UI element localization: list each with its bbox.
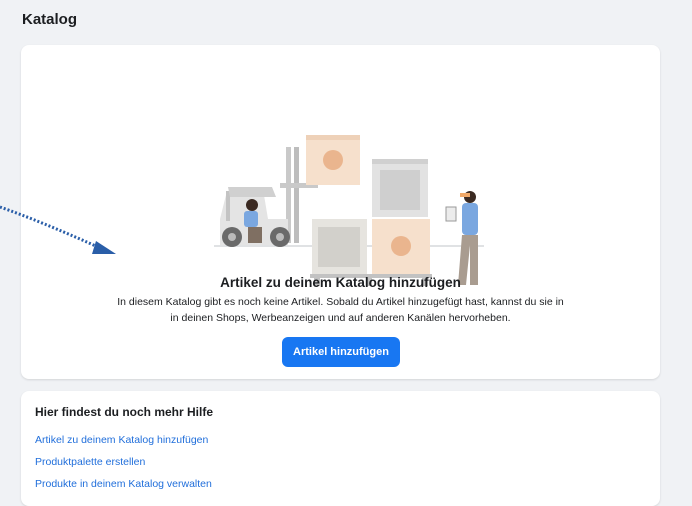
help-link-add-items[interactable]: Artikel zu deinem Katalog hinzufügen xyxy=(35,434,208,446)
page-title: Katalog xyxy=(22,11,78,28)
empty-state-description: In diesem Katalog gibt es noch keine Art… xyxy=(21,294,660,326)
empty-state-description-line: in deinen Shops, Werbeanzeigen und auf a… xyxy=(170,312,511,324)
empty-state-title: Artikel zu deinem Katalog hinzufügen xyxy=(220,275,461,290)
add-items-button[interactable]: Artikel hinzufügen xyxy=(282,337,400,367)
help-title: Hier findest du noch mehr Hilfe xyxy=(35,405,214,419)
annotation-arrow-icon xyxy=(0,205,116,254)
help-link-create-product-set[interactable]: Produktpalette erstellen xyxy=(35,456,145,468)
help-card: Hier findest du noch mehr Hilfe Artikel … xyxy=(21,391,660,506)
warehouse-forklift-illustration xyxy=(214,135,484,286)
help-link-manage-products[interactable]: Produkte in deinem Katalog verwalten xyxy=(35,478,212,490)
empty-state-description-line: In diesem Katalog gibt es noch keine Art… xyxy=(117,296,564,308)
